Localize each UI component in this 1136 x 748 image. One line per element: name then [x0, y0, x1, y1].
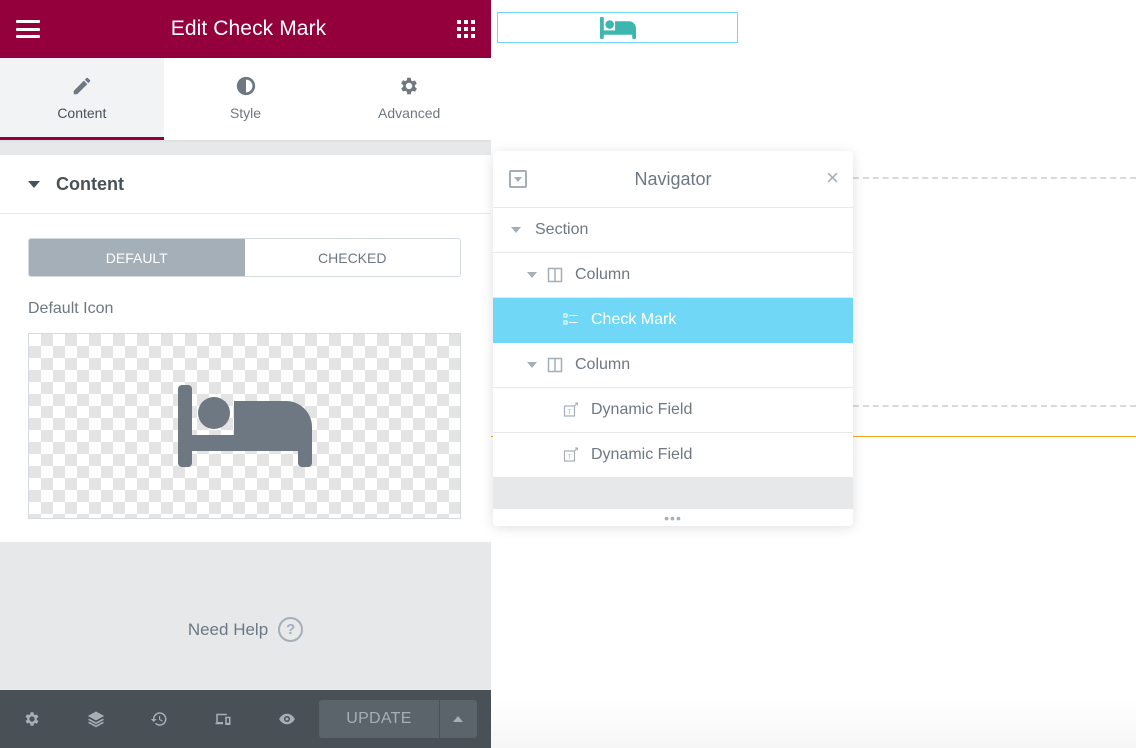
gear-icon — [25, 712, 39, 726]
update-button[interactable]: UPDATE — [318, 700, 439, 738]
navigator-panel: Navigator × Section Column Check Mark Co… — [493, 151, 853, 526]
caret-down-icon — [527, 272, 537, 278]
nav-item-label: Check Mark — [591, 311, 677, 328]
tab-style-label: Style — [229, 104, 262, 121]
nav-item-column[interactable]: Column — [493, 253, 853, 298]
tab-style[interactable]: Style — [164, 58, 328, 140]
half-circle-icon — [236, 76, 255, 95]
section-title: Content — [56, 173, 124, 194]
editor-panel: Edit Check Mark Content Style Advanced C… — [0, 0, 491, 748]
nav-item-label: Dynamic Field — [591, 401, 693, 418]
column-divider-top — [853, 177, 1136, 179]
tab-content[interactable]: Content — [0, 58, 164, 140]
nav-item-label: Column — [575, 356, 631, 373]
bed-icon — [177, 385, 312, 467]
svg-text:T: T — [567, 454, 572, 461]
state-toggle: DEFAULT CHECKED — [28, 238, 461, 277]
history-icon — [151, 712, 167, 726]
state-checked-button[interactable]: CHECKED — [244, 239, 460, 276]
panel-tabs: Content Style Advanced — [0, 58, 491, 140]
nav-item-column[interactable]: Column — [493, 343, 853, 388]
nav-item-label: Column — [575, 266, 631, 283]
column-divider-bottom — [853, 405, 1136, 407]
default-icon-label: Default Icon — [28, 300, 114, 317]
nav-item-label: Dynamic Field — [591, 446, 693, 463]
responsive-icon — [215, 713, 231, 725]
responsive-mode-button[interactable] — [191, 690, 255, 748]
icon-picker[interactable] — [28, 333, 461, 519]
settings-button[interactable] — [0, 690, 64, 748]
panel-footer: UPDATE — [0, 690, 491, 748]
check-mark-widget[interactable] — [497, 12, 738, 43]
need-help-label: Need Help — [187, 619, 269, 639]
close-icon[interactable]: × — [826, 167, 839, 189]
eye-icon — [279, 713, 295, 725]
dynamic-field-icon: T — [563, 402, 579, 418]
gear-icon — [401, 77, 418, 94]
nav-item-label: Section — [535, 221, 589, 238]
caret-down-icon — [527, 362, 537, 368]
tab-advanced-label: Advanced — [378, 104, 441, 121]
nav-item-dynamic-field[interactable]: T Dynamic Field — [493, 388, 853, 433]
state-default-button[interactable]: DEFAULT — [29, 239, 245, 276]
history-button[interactable] — [128, 690, 192, 748]
resize-handle-icon[interactable]: ••• — [493, 509, 853, 526]
panel-header: Edit Check Mark — [0, 0, 491, 58]
section-toggle[interactable]: Content — [0, 155, 491, 214]
caret-down-icon — [511, 227, 521, 233]
caret-down-icon — [514, 176, 522, 182]
caret-up-icon — [453, 716, 464, 722]
menu-icon[interactable] — [16, 20, 40, 38]
navigator-header[interactable]: Navigator × — [493, 151, 853, 208]
need-help-link[interactable]: Need Help ? — [0, 617, 491, 642]
layers-icon — [87, 711, 104, 728]
panel-title: Edit Check Mark — [170, 17, 327, 40]
content-section: Content DEFAULT CHECKED Default Icon — [0, 155, 491, 542]
nav-item-section[interactable]: Section — [493, 208, 853, 253]
widgets-grid-icon[interactable] — [456, 20, 475, 38]
column-icon — [547, 267, 563, 283]
save-options-button[interactable] — [438, 700, 477, 738]
nav-item-dynamic-field[interactable]: T Dynamic Field — [493, 433, 853, 478]
question-icon: ? — [278, 617, 304, 642]
nav-item-check-mark[interactable]: Check Mark — [493, 298, 853, 343]
navigator-empty-area — [493, 478, 853, 509]
check-list-icon — [563, 312, 579, 328]
navigator-title: Navigator — [634, 168, 712, 189]
navigator-button[interactable] — [64, 690, 128, 748]
dynamic-field-icon: T — [563, 447, 579, 463]
caret-down-icon — [28, 180, 40, 188]
tab-content-label: Content — [57, 104, 107, 121]
collapse-all-button[interactable] — [509, 170, 527, 188]
bed-icon — [599, 16, 636, 39]
column-icon — [547, 357, 563, 373]
svg-text:T: T — [567, 409, 572, 416]
pencil-icon — [73, 77, 91, 94]
preview-button[interactable] — [255, 690, 319, 748]
tab-advanced[interactable]: Advanced — [327, 58, 491, 140]
update-group: UPDATE — [318, 700, 477, 738]
